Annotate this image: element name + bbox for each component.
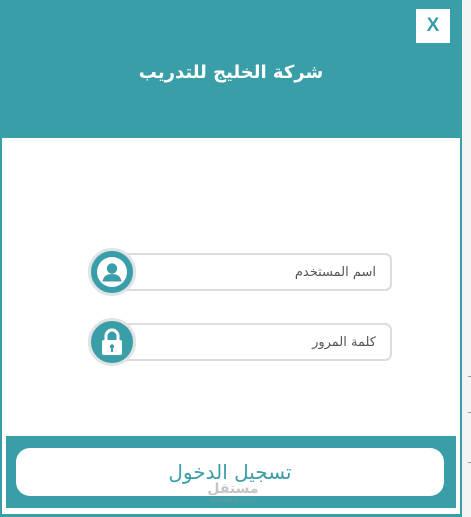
background-window-edge [461,0,471,517]
dialog-header: X شركة الخليج للتدريب [0,0,462,138]
company-title: شركة الخليج للتدريب [138,62,324,83]
watermark-text: مستقل [207,481,259,497]
username-field-group [88,248,394,296]
password-input[interactable] [136,325,376,359]
password-field[interactable] [114,323,392,361]
watermark-subtext: mostaql.com [210,496,256,504]
username-input[interactable] [136,255,376,289]
watermark-logo: مستقل mostaql.com [198,482,268,504]
lock-icon [88,318,136,366]
password-field-group [88,318,394,366]
username-field[interactable] [114,253,392,291]
user-icon [88,248,136,296]
login-dialog: X شركة الخليج للتدريب اسم المستخدم كلمة … [0,0,462,517]
close-button[interactable]: X [416,9,450,43]
